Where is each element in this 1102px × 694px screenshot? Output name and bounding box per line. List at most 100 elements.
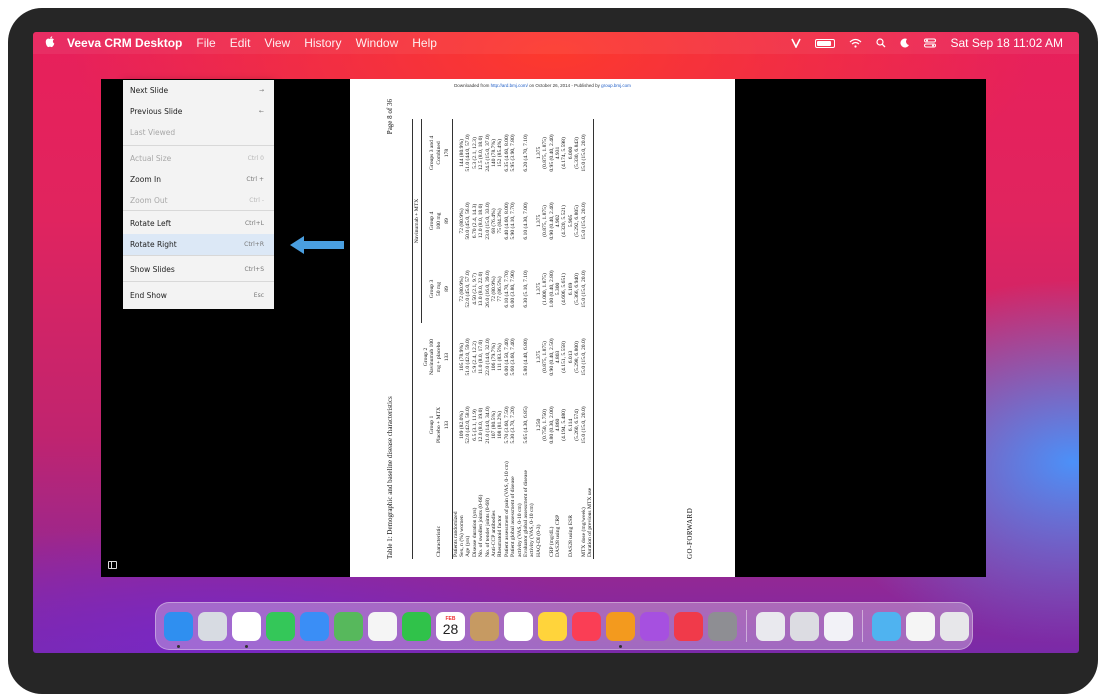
app-icon[interactable] (824, 611, 853, 641)
photos-icon[interactable] (368, 611, 397, 641)
column-header: Group 4 100 mg (429, 211, 442, 231)
launchpad-icon[interactable] (198, 611, 227, 641)
menu-item-shortcut: Ctrl 0 (247, 155, 264, 162)
folder-icon[interactable] (872, 611, 901, 641)
table-cell (452, 323, 459, 391)
table-cell: 5.300 (4.606, 5.651) (555, 273, 568, 305)
table-cell: 1.375 (0.875, 1.875) (535, 341, 549, 373)
menu-item-rotate-left[interactable]: Rotate Left Ctrl+L (123, 213, 274, 234)
table-row: DAS28 using ESR 6.114 (5.260, 6.574) 6.013… (568, 119, 581, 559)
menu-item-label: Show Slides (130, 265, 175, 274)
menu-item-show-slides[interactable]: Show Slides Ctrl+S (123, 259, 274, 280)
apple-menu-icon[interactable] (33, 35, 67, 51)
mail-icon[interactable] (300, 611, 329, 641)
dock-separator (862, 610, 863, 642)
sidebar-toggle-icon[interactable] (108, 561, 117, 569)
news-icon[interactable] (674, 611, 703, 641)
column-header: Characteristic (435, 525, 442, 557)
menu-separator (123, 281, 274, 282)
menu-item-label: Rotate Left (130, 219, 172, 228)
table-cell: 1.375 (0.875, 1.875) (535, 137, 549, 169)
maps-icon[interactable] (334, 611, 363, 641)
download-link[interactable]: http://ard.bmj.com/ (491, 83, 528, 88)
table-cell: 5.905 (5.292, 6.805) (567, 205, 581, 237)
menu-item-next-slide[interactable]: Next Slide → (123, 80, 274, 101)
menu-item-shortcut: Ctrl+S (244, 266, 264, 273)
app-name-menu[interactable]: Veeva CRM Desktop (67, 36, 182, 50)
column-header: Group 1 Placebo + MTX (429, 406, 442, 444)
table-cell: 6.013 (5.298, 6.800) (567, 341, 581, 373)
menu-item-label: End Show (130, 291, 167, 300)
n-cell: 89 (443, 187, 453, 255)
trash-icon[interactable] (940, 611, 969, 641)
table-header-blank (412, 391, 422, 459)
wifi-icon[interactable] (849, 38, 862, 48)
menu-item-end-show[interactable]: End Show Esc (123, 285, 274, 306)
menu-item-label: Previous Slide (130, 107, 183, 116)
table-cell (587, 323, 594, 391)
document-icon[interactable] (906, 611, 935, 641)
menu-bar-clock[interactable]: Sat Sep 18 11:02 AM (950, 36, 1063, 50)
veeva-status-icon[interactable] (791, 38, 802, 48)
row-label: HAQ-DI (0-3) (535, 524, 542, 557)
table-body: Patients randomized Sex, n (%) women 109 (… (452, 119, 594, 559)
system-preferences-icon[interactable] (708, 611, 737, 641)
slide-page[interactable]: Downloaded from http://ard.bmj.com/ on O… (350, 79, 735, 577)
control-center-icon[interactable] (924, 38, 937, 48)
menu-separator (123, 145, 274, 146)
table-cell (587, 119, 594, 187)
chrome-icon[interactable] (232, 611, 261, 648)
table-header-blank (412, 323, 422, 391)
podcasts-icon[interactable] (640, 611, 669, 641)
music-icon[interactable] (572, 611, 601, 641)
publisher-link[interactable]: group.bmj.com (601, 83, 631, 88)
veeva-icon[interactable] (606, 611, 635, 648)
table-cell (452, 187, 459, 255)
spotlight-search-icon[interactable] (876, 38, 886, 48)
do-not-disturb-moon-icon[interactable] (900, 38, 910, 48)
table-cell: 6.169 (5.366, 6.940) (567, 273, 581, 305)
n-cell: 178 (443, 119, 453, 187)
n-cell: 133 (443, 323, 453, 391)
table-header-blank (412, 459, 422, 559)
table-cell: 5.60 (3.60, 7.40) (510, 338, 517, 376)
menu-view[interactable]: View (264, 36, 290, 50)
menu-window[interactable]: Window (356, 36, 399, 50)
menu-file[interactable]: File (196, 36, 215, 50)
dock-separator (746, 610, 747, 642)
menu-item-zoom-in[interactable]: Zoom In Ctrl + (123, 169, 274, 190)
menu-history[interactable]: History (304, 36, 341, 50)
notes-icon[interactable] (538, 611, 567, 641)
table-cell: 1.375 (0.875, 1.875) (535, 205, 549, 237)
menu-item-label: Rotate Right (130, 240, 177, 249)
row-label: Evaluator global assessment of disease a… (523, 470, 536, 557)
calendar-icon[interactable]: FEB 28 (436, 611, 465, 641)
row-label: Duration of previous MTX use (587, 459, 594, 559)
menu-item-label: Next Slide (130, 86, 169, 95)
table-cell (587, 187, 594, 255)
row-label: Patients randomized (452, 511, 459, 557)
table-cell: 5.90 (4.10, 7.70) (510, 202, 517, 240)
table-row: HAQ-DI (0-3) 1.250 (0.750, 1.750) 1.375 (0… (536, 119, 549, 559)
contacts-icon[interactable] (470, 611, 499, 641)
reminders-icon[interactable] (504, 611, 533, 641)
battery-icon[interactable] (815, 38, 836, 48)
preview-icon[interactable] (790, 611, 819, 641)
table-row: DAS28 using CRP 4.860 (4.194, 5.480) 4.803… (555, 119, 568, 559)
menu-help[interactable]: Help (412, 36, 437, 50)
script-editor-icon[interactable] (756, 611, 785, 641)
messages-icon[interactable] (266, 611, 295, 641)
menu-item-rotate-right[interactable]: Rotate Right Ctrl+R (123, 234, 274, 255)
table-cell: 6.20 (4.70, 7.10) (523, 134, 529, 172)
n-cell: 89 (443, 255, 453, 323)
menu-item-shortcut: Esc (253, 292, 264, 299)
finder-icon[interactable] (164, 611, 193, 648)
menu-separator (123, 255, 274, 256)
facetime-icon[interactable] (402, 611, 431, 641)
table-cell: 4.803 (4.151, 5.558) (555, 341, 568, 373)
menu-edit[interactable]: Edit (230, 36, 251, 50)
table-cell: 6.000 (5.330, 6.843) (567, 137, 581, 169)
table-cell (452, 391, 459, 459)
menu-item-previous-slide[interactable]: Previous Slide ← (123, 101, 274, 122)
table-row: Patients randomized (452, 119, 459, 559)
